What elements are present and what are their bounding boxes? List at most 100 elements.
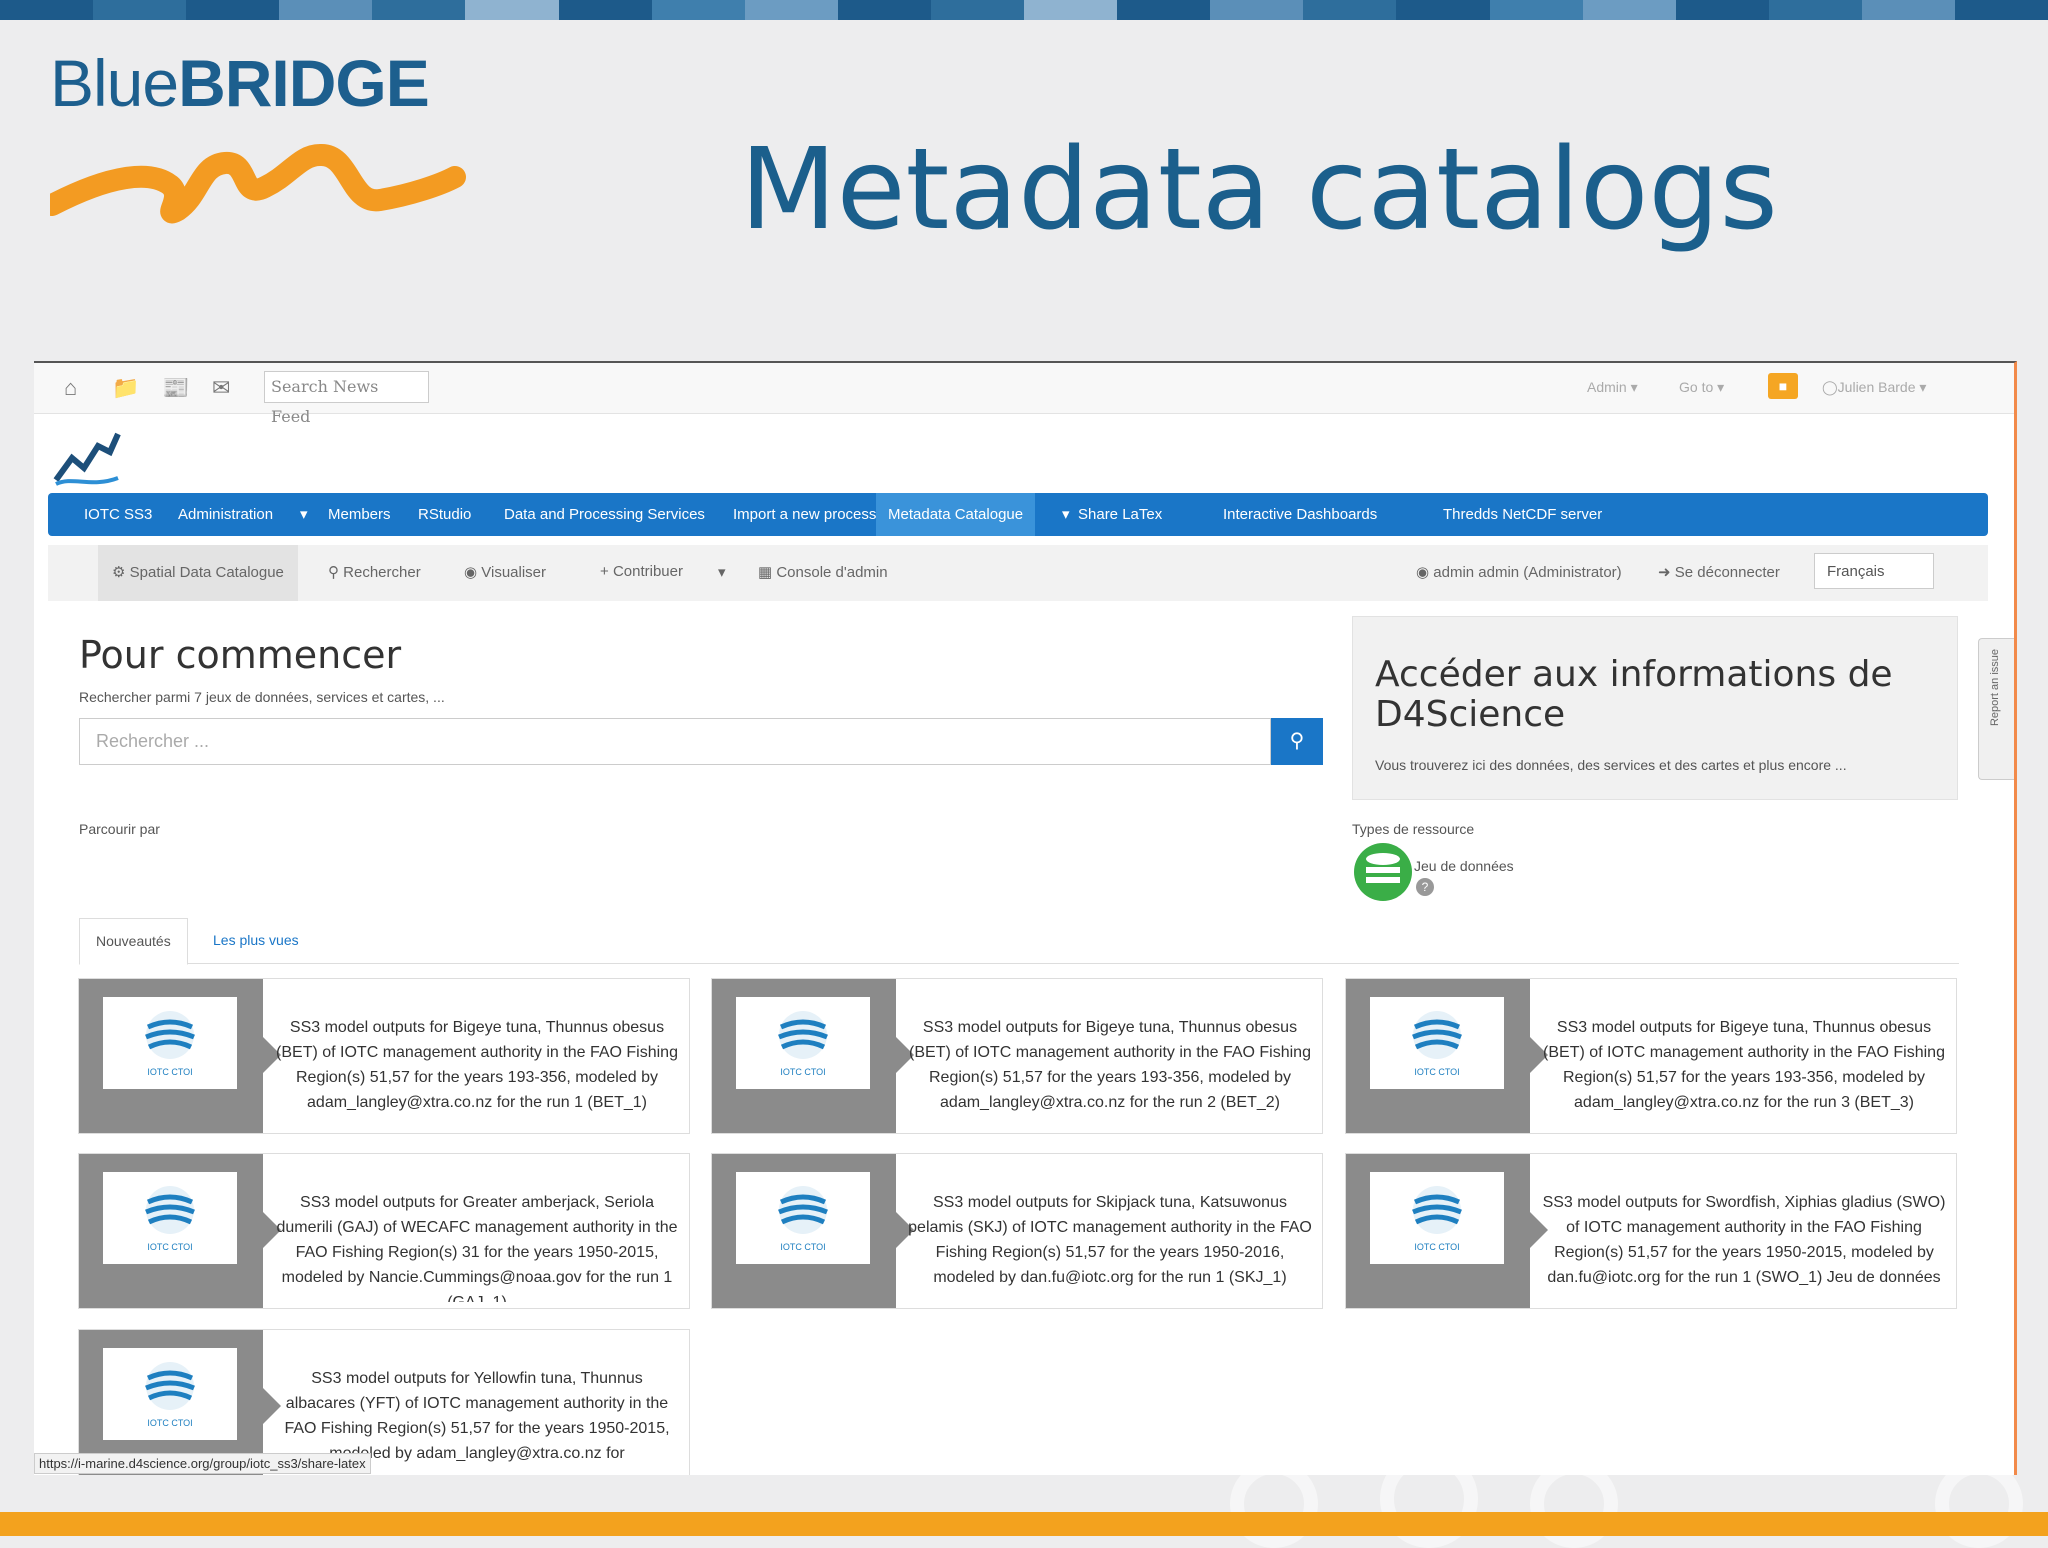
nav-item-administration[interactable]: Administration (178, 493, 273, 536)
logo-text: BlueBRIDGE (50, 46, 430, 120)
chevron-down-icon[interactable]: ▾ (300, 493, 308, 536)
card-logo-text: IOTC CTOI (147, 1067, 193, 1077)
resource-type-link[interactable]: Jeu de données (1414, 858, 1514, 874)
logout-link[interactable]: ➜ Se déconnecter (1658, 563, 1780, 581)
top-toolbar: ⌂ 📁 📰 ✉ Search News Feed Admin ▾ Go to ▾… (34, 363, 2014, 426)
iotc-logo: IOTC CTOI (1370, 997, 1504, 1089)
current-user[interactable]: ◉ admin admin (Administrator) (1416, 563, 1622, 581)
card-title: SS3 model outputs for Bigeye tuna, Thunn… (276, 1019, 678, 1111)
user-menu[interactable]: ◯Julien Barde ▾ (1822, 379, 1926, 396)
info-subtitle: Vous trouverez ici des données, des serv… (1375, 757, 1847, 773)
site-logo[interactable] (52, 428, 122, 488)
card-logo-text: IOTC CTOI (1414, 1067, 1460, 1077)
search-button[interactable]: ⚲ (1271, 718, 1323, 765)
card-thumbnail: IOTC CTOI (79, 979, 263, 1133)
stripe-segment (0, 0, 94, 20)
bluebridge-logo: BlueBRIDGE (50, 45, 470, 225)
stripe-segment (744, 0, 838, 20)
nav-item-members[interactable]: Members (328, 493, 391, 536)
language-select[interactable]: Français (1814, 553, 1934, 589)
result-card[interactable]: IOTC CTOI SS3 model outputs for Swordfish… (1345, 1153, 1957, 1309)
bottom-bar (0, 1512, 2048, 1536)
card-title: SS3 model outputs for Greater amberjack,… (276, 1194, 678, 1302)
result-card[interactable]: IOTC CTOI SS3 model outputs for Bigeye tu… (1345, 978, 1957, 1134)
view-link[interactable]: ◉ Visualiser (464, 563, 546, 581)
card-logo-text: IOTC CTOI (147, 1242, 193, 1252)
iotc-logo: IOTC CTOI (103, 1172, 237, 1264)
card-logo-text: IOTC CTOI (1414, 1242, 1460, 1252)
result-card[interactable]: IOTC CTOI SS3 model outputs for Bigeye tu… (78, 978, 690, 1134)
tab-newest[interactable]: Nouveautés (79, 918, 188, 965)
database-icon[interactable] (1354, 843, 1412, 901)
card-title: SS3 model outputs for Skipjack tuna, Kat… (908, 1194, 1312, 1286)
notifications-icon[interactable]: ■ (1768, 373, 1798, 399)
top-stripe (0, 0, 2048, 20)
stripe-segment (1582, 0, 1676, 20)
card-title: SS3 model outputs for Bigeye tuna, Thunn… (1543, 1019, 1945, 1111)
result-card[interactable]: IOTC CTOI SS3 model outputs for Skipjack … (711, 1153, 1323, 1309)
iotc-logo: IOTC CTOI (736, 1172, 870, 1264)
stripe-segment (1396, 0, 1490, 20)
nav-item-share-latex[interactable]: Share LaTex (1078, 493, 1162, 536)
stripe-segment (558, 0, 652, 20)
goto-menu[interactable]: Go to ▾ (1679, 379, 1724, 396)
admin-console-link[interactable]: ▦ Console d'admin (758, 563, 888, 581)
card-logo-text: IOTC CTOI (147, 1418, 193, 1428)
stripe-segment (1024, 0, 1118, 20)
count-badge: ? (1416, 878, 1434, 896)
admin-menu[interactable]: Admin ▾ (1587, 379, 1638, 396)
stripe-segment (837, 0, 931, 20)
result-card[interactable]: IOTC CTOI SS3 model outputs for Greater a… (78, 1153, 690, 1309)
embedded-screenshot: ⌂ 📁 📰 ✉ Search News Feed Admin ▾ Go to ▾… (34, 361, 2017, 1475)
start-heading: Pour commencer (79, 633, 402, 677)
tab-most-viewed[interactable]: Les plus vues (197, 918, 315, 963)
resource-types-label: Types de ressource (1352, 821, 1475, 837)
stripe-segment (1117, 0, 1211, 20)
nav-item-data-and-processing-services[interactable]: Data and Processing Services (504, 493, 705, 536)
news-feed-search-input[interactable]: Search News Feed (264, 371, 429, 426)
card-thumbnail: IOTC CTOI (712, 979, 896, 1133)
stripe-segment (279, 0, 373, 20)
stripe-segment (1675, 0, 1769, 20)
stripe-segment (1861, 0, 1955, 20)
result-card[interactable]: IOTC CTOI SS3 model outputs for Bigeye tu… (711, 978, 1323, 1134)
catalogue-search-input[interactable]: Rechercher ... (79, 718, 1271, 765)
news-icon[interactable]: 📰 (162, 375, 189, 401)
nav-item-iotc-ss3[interactable]: IOTC SS3 (84, 493, 152, 536)
spatial-catalogue-link[interactable]: ⚙ Spatial Data Catalogue (98, 545, 298, 601)
search-link[interactable]: ⚲ Rechercher (328, 563, 421, 581)
stripe-segment (186, 0, 280, 20)
card-thumbnail: IOTC CTOI (79, 1154, 263, 1308)
contribute-link[interactable]: + Contribuer (600, 563, 683, 580)
iotc-logo: IOTC CTOI (1370, 1172, 1504, 1264)
contribute-dropdown-icon[interactable]: ▾ (718, 563, 726, 581)
nav-item-interactive-dashboards[interactable]: Interactive Dashboards (1223, 493, 1377, 536)
search-icon: ⚲ (1289, 730, 1305, 752)
stripe-segment (1210, 0, 1304, 20)
iotc-logo: IOTC CTOI (103, 997, 237, 1089)
report-issue-tab[interactable]: Report an issue (1978, 638, 2014, 780)
iotc-logo: IOTC CTOI (103, 1348, 237, 1440)
info-title: Accéder aux informations de D4Science (1375, 654, 1893, 735)
stripe-segment (1954, 0, 2048, 20)
nav-item-metadata-catalogue[interactable]: Metadata Catalogue (876, 493, 1036, 536)
stripe-segment (1768, 0, 1862, 20)
home-icon[interactable]: ⌂ (64, 375, 77, 401)
browse-label: Parcourir par (79, 821, 160, 837)
nav-item-import-a-new-process[interactable]: Import a new process (733, 493, 876, 536)
card-thumbnail: IOTC CTOI (1346, 979, 1530, 1133)
status-bar-url: https://i-marine.d4science.org/group/iot… (34, 1453, 371, 1474)
nav-item-thredds-netcdf-server[interactable]: Thredds NetCDF server (1443, 493, 1602, 536)
card-title: SS3 model outputs for Bigeye tuna, Thunn… (909, 1019, 1311, 1111)
stripe-segment (372, 0, 466, 20)
stripe-segment (930, 0, 1025, 20)
mail-icon[interactable]: ✉ (212, 375, 230, 401)
results-tabs: Nouveautés Les plus vues (79, 918, 1959, 965)
nav-item-rstudio[interactable]: RStudio (418, 493, 471, 536)
card-logo-text: IOTC CTOI (780, 1067, 826, 1077)
main-navbar: IOTC SS3 Administration ▾ Members RStudio Dat… (48, 493, 1988, 536)
folder-icon[interactable]: 📁 (112, 375, 139, 401)
stripe-segment (651, 0, 745, 20)
stripe-segment (1303, 0, 1397, 20)
chevron-down-icon[interactable]: ▾ (1062, 493, 1070, 536)
